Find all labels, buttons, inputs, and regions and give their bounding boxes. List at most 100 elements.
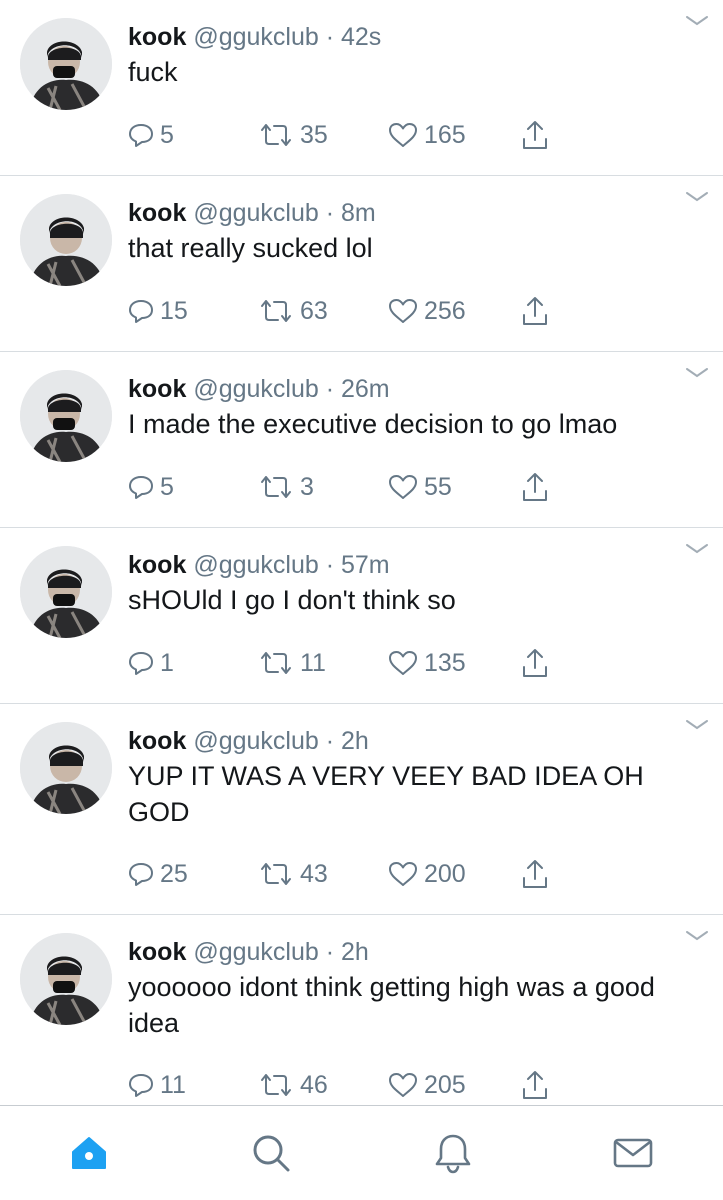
like-button[interactable]: 205	[388, 1067, 466, 1103]
like-count: 200	[424, 860, 466, 888]
username: @ggukclub	[193, 23, 319, 51]
share-icon	[523, 649, 547, 677]
heart-icon	[389, 862, 417, 886]
tweet[interactable]: kook @ggukclub · 8m that really sucked l…	[0, 176, 723, 352]
like-button[interactable]: 200	[388, 856, 466, 892]
retweet-count: 63	[300, 297, 328, 325]
tab-home[interactable]	[66, 1130, 112, 1176]
display-name[interactable]: kook	[128, 727, 186, 755]
chevron-down-icon[interactable]	[685, 366, 709, 380]
avatar[interactable]	[20, 370, 112, 462]
retweet-button[interactable]: 63	[258, 293, 328, 329]
reply-icon	[129, 300, 153, 323]
tab-search[interactable]	[248, 1130, 294, 1176]
retweet-icon	[261, 476, 291, 498]
like-button[interactable]: 55	[388, 469, 452, 505]
reply-icon	[129, 476, 153, 499]
tweet[interactable]: kook @ggukclub · 2h yoooooo idont think …	[0, 915, 723, 1105]
retweet-count: 11	[300, 649, 326, 677]
share-button[interactable]	[520, 117, 556, 153]
reply-count: 11	[160, 1071, 186, 1099]
timestamp[interactable]: 57m	[341, 551, 390, 579]
timestamp[interactable]: 2h	[341, 938, 369, 966]
reply-button[interactable]: 11	[128, 1067, 186, 1103]
chevron-down-icon[interactable]	[685, 14, 709, 28]
reply-button[interactable]: 25	[128, 856, 188, 892]
tweet-header: kook @ggukclub · 8m	[128, 198, 683, 228]
avatar[interactable]	[20, 722, 112, 814]
reply-icon	[129, 124, 153, 147]
chevron-down-icon[interactable]	[685, 542, 709, 556]
retweet-button[interactable]: 3	[258, 469, 314, 505]
share-button[interactable]	[520, 856, 556, 892]
reply-count: 5	[160, 121, 174, 149]
display-name[interactable]: kook	[128, 23, 186, 51]
avatar[interactable]	[20, 933, 112, 1025]
share-button[interactable]	[520, 469, 556, 505]
retweet-button[interactable]: 46	[258, 1067, 328, 1103]
like-count: 55	[424, 473, 452, 501]
chevron-down-icon[interactable]	[685, 929, 709, 943]
tweet-header: kook @ggukclub · 26m	[128, 374, 683, 404]
avatar[interactable]	[20, 18, 112, 110]
avatar[interactable]	[20, 194, 112, 286]
separator-dot: ·	[325, 375, 335, 403]
timestamp[interactable]: 2h	[341, 727, 369, 755]
avatar[interactable]	[20, 546, 112, 638]
tab-messages[interactable]	[610, 1130, 656, 1176]
like-button[interactable]: 165	[388, 117, 466, 153]
retweet-button[interactable]: 11	[258, 645, 326, 681]
retweet-button[interactable]: 35	[258, 117, 328, 153]
reply-button[interactable]: 1	[128, 645, 174, 681]
retweet-button[interactable]: 43	[258, 856, 328, 892]
heart-icon	[389, 299, 417, 323]
retweet-count: 46	[300, 1071, 328, 1099]
tab-notifications[interactable]	[430, 1130, 476, 1176]
display-name[interactable]: kook	[128, 375, 186, 403]
username: @ggukclub	[193, 375, 319, 403]
retweet-count: 3	[300, 473, 314, 501]
retweet-count: 35	[300, 121, 328, 149]
like-button[interactable]: 256	[388, 293, 466, 329]
twitter-app: kook @ggukclub · 42s fuck 5 35 165 kook …	[0, 0, 723, 1200]
chevron-down-icon[interactable]	[685, 190, 709, 204]
timestamp[interactable]: 26m	[341, 375, 390, 403]
share-button[interactable]	[520, 1067, 556, 1103]
display-name[interactable]: kook	[128, 938, 186, 966]
retweet-icon	[261, 652, 291, 674]
tweet-text: that really sucked lol	[128, 233, 373, 263]
reply-count: 15	[160, 297, 188, 325]
timestamp[interactable]: 8m	[341, 199, 376, 227]
display-name[interactable]: kook	[128, 199, 186, 227]
tweet[interactable]: kook @ggukclub · 57m sHOUld I go I don't…	[0, 528, 723, 704]
share-icon	[523, 473, 547, 501]
share-button[interactable]	[520, 645, 556, 681]
like-button[interactable]: 135	[388, 645, 466, 681]
separator-dot: ·	[325, 727, 335, 755]
search-icon	[253, 1135, 290, 1172]
share-button[interactable]	[520, 293, 556, 329]
share-icon	[523, 1071, 547, 1099]
display-name[interactable]: kook	[128, 551, 186, 579]
retweet-icon	[261, 300, 291, 322]
chevron-down-icon[interactable]	[685, 718, 709, 732]
reply-button[interactable]: 5	[128, 117, 174, 153]
like-count: 165	[424, 121, 466, 149]
tweet-text: fuck	[128, 57, 178, 87]
reply-button[interactable]: 5	[128, 469, 174, 505]
tweet[interactable]: kook @ggukclub · 42s fuck 5 35 165	[0, 0, 723, 176]
username: @ggukclub	[193, 199, 319, 227]
retweet-icon	[261, 863, 291, 885]
tweet[interactable]: kook @ggukclub · 26m I made the executiv…	[0, 352, 723, 528]
bell-icon	[435, 1134, 471, 1174]
tweet[interactable]: kook @ggukclub · 2h YUP IT WAS A VERY VE…	[0, 704, 723, 915]
timestamp[interactable]: 42s	[341, 23, 381, 51]
share-icon	[523, 860, 547, 888]
separator-dot: ·	[325, 199, 335, 227]
separator-dot: ·	[325, 938, 335, 966]
tweet-header: kook @ggukclub · 2h	[128, 937, 683, 967]
tweet-text: YUP IT WAS A VERY VEEY BAD IDEA OH GOD	[128, 761, 644, 827]
heart-icon	[389, 1073, 417, 1097]
heart-icon	[389, 651, 417, 675]
reply-button[interactable]: 15	[128, 293, 188, 329]
